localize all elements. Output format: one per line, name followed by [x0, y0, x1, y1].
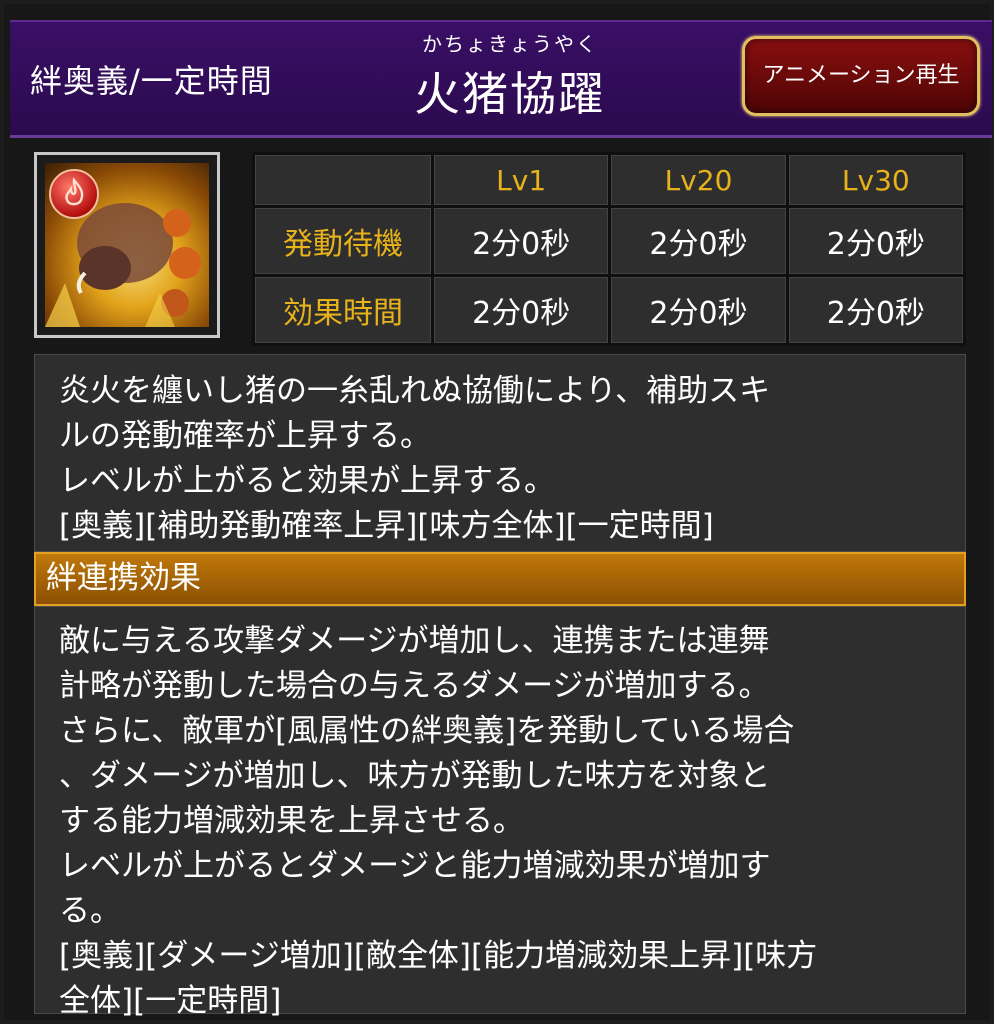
effect-line: さらに、敵軍が[風属性の絆奥義]を発動している場合 [59, 713, 795, 749]
table-row: 効果時間 2分0秒 2分0秒 2分0秒 [255, 277, 963, 343]
description-tags: [奥義][補助発動確率上昇][味方全体][一定時間] [59, 508, 714, 544]
bond-effect-heading: 絆連携効果 [34, 552, 966, 606]
effect-line: レベルが上がるとダメージと能力増減効果が増加す [59, 848, 771, 884]
skill-icon [34, 152, 220, 338]
table-cell: 2分0秒 [611, 277, 786, 343]
skill-stats-table: Lv1 Lv20 Lv30 発動待機 2分0秒 2分0秒 2分0秒 効果時間 2… [252, 152, 966, 346]
description-line: レベルが上がると効果が上昇する。 [59, 463, 555, 499]
effect-line: 敵に与える攻撃ダメージが増加し、連携または連舞 [59, 623, 770, 659]
level-header: Lv20 [611, 155, 786, 205]
table-cell: 2分0秒 [434, 208, 609, 274]
effect-tags: [奥義][ダメージ増加][敵全体][能力増減効果上昇][味方 [59, 938, 818, 974]
effect-line: する能力増減効果を上昇させる。 [59, 803, 524, 839]
skill-category: 絆奥義/一定時間 [30, 62, 273, 100]
skill-title-ruby: かちょきょうやく [422, 32, 598, 56]
skill-title: 火猪協躍 [414, 67, 606, 121]
description-line: 炎火を纏いし猪の一糸乱れぬ協働により、補助スキ [59, 373, 771, 409]
effect-tags: 全体][一定時間] [59, 983, 282, 1019]
row-label-duration: 効果時間 [255, 277, 431, 343]
table-cell: 2分0秒 [788, 208, 963, 274]
effect-line: 計略が発動した場合の与えるダメージが増加する。 [59, 668, 770, 704]
table-corner [255, 155, 431, 205]
skill-detail-window: 絆奥義/一定時間 かちょきょうやく 火猪協躍 アニメーション再生 Lv1 Lv2… [0, 0, 994, 1024]
play-animation-button[interactable]: アニメーション再生 [742, 36, 980, 116]
skill-description: 炎火を纏いし猪の一糸乱れぬ協働により、補助スキ ルの発動確率が上昇する。 レベル… [34, 354, 966, 552]
effect-line: る。 [59, 893, 121, 929]
table-cell: 2分0秒 [611, 208, 786, 274]
level-header: Lv1 [434, 155, 609, 205]
boar-icon [45, 163, 209, 327]
skill-header: 絆奥義/一定時間 かちょきょうやく 火猪協躍 アニメーション再生 [10, 20, 992, 138]
row-label-cooldown: 発動待機 [255, 208, 431, 274]
fire-icon [49, 169, 99, 219]
effect-line: 、ダメージが増加し、味方が発動した味方を対象と [59, 758, 771, 794]
level-header: Lv30 [788, 155, 963, 205]
bond-effect-description: 敵に与える攻撃ダメージが増加し、連携または連舞 計略が発動した場合の与えるダメー… [34, 606, 966, 1019]
table-row: 発動待機 2分0秒 2分0秒 2分0秒 [255, 208, 963, 274]
description-line: ルの発動確率が上昇する。 [59, 418, 431, 454]
table-cell: 2分0秒 [434, 277, 609, 343]
table-cell: 2分0秒 [788, 277, 963, 343]
